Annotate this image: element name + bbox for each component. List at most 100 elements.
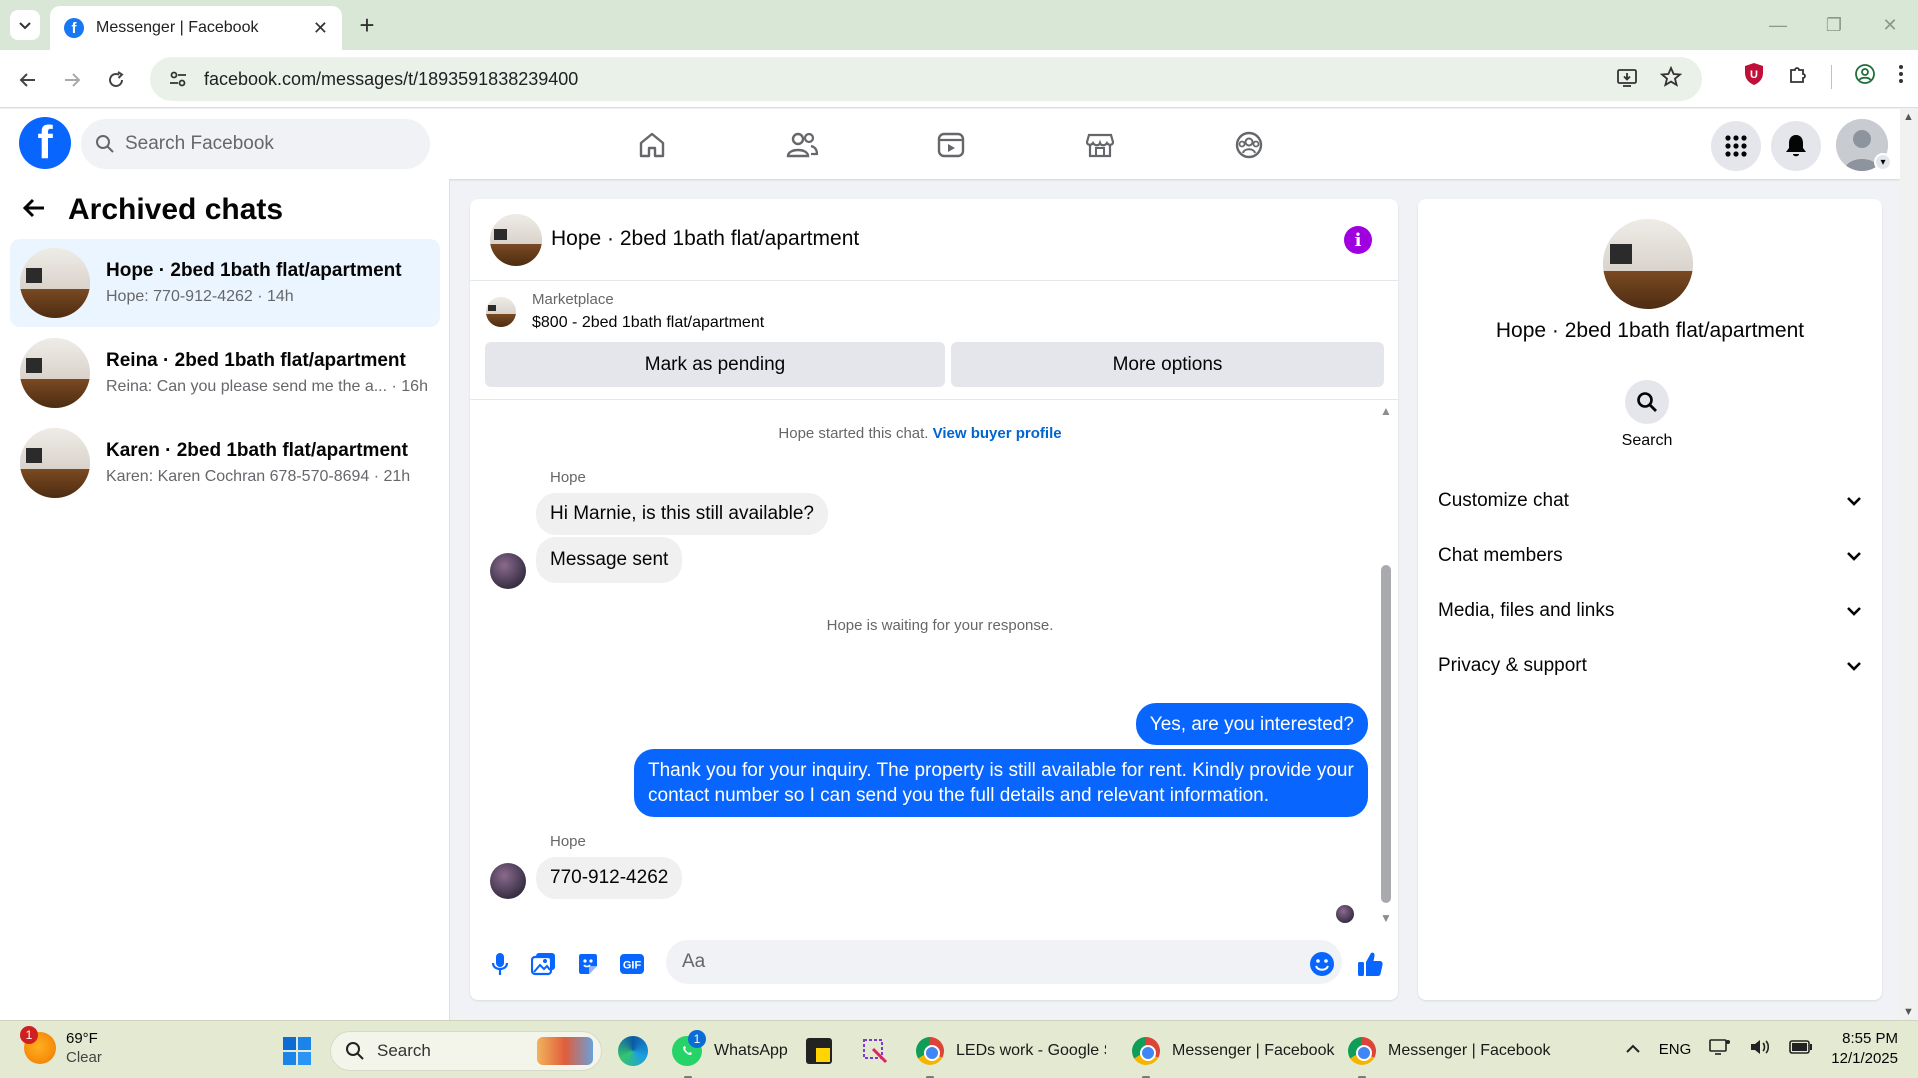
window-close-button[interactable]: ✕ [1862, 10, 1918, 40]
chat-members-row[interactable]: Chat members [1438, 536, 1862, 576]
menu-grid-button[interactable] [1711, 121, 1761, 171]
back-arrow-icon[interactable] [22, 197, 46, 224]
hope-avatar[interactable] [490, 553, 526, 589]
listing-title: $800 - 2bed 1bath flat/apartment [532, 314, 765, 331]
volume-icon[interactable] [1749, 1038, 1771, 1060]
mark-as-pending-button[interactable]: Mark as pending [485, 342, 945, 387]
chat-preview: Hope: 770-912-4262 · 14h [106, 288, 294, 305]
back-button[interactable] [12, 64, 44, 96]
chat-item-reina[interactable]: Reina · 2bed 1bath flat/apartment Reina:… [10, 329, 440, 417]
nav-groups[interactable] [1219, 123, 1279, 167]
sticky-notes-app[interactable] [806, 1031, 832, 1071]
whatsapp-badge: 1 [688, 1030, 706, 1048]
extensions-puzzle-icon[interactable] [1787, 63, 1809, 90]
start-button[interactable] [282, 1031, 312, 1071]
chrome-app-leds[interactable]: LEDs work - Google Sh [916, 1031, 1106, 1078]
marketplace-listing[interactable]: Marketplace $800 - 2bed 1bath flat/apart… [486, 291, 764, 332]
site-settings-icon[interactable] [166, 67, 190, 91]
bookmark-star-icon[interactable] [1659, 65, 1683, 93]
weather-widget[interactable]: 1 69°F Clear [20, 1026, 102, 1067]
row-label: Privacy & support [1438, 655, 1587, 676]
battery-icon[interactable] [1789, 1040, 1813, 1058]
tab-search-dropdown[interactable] [10, 10, 40, 40]
sticker-icon[interactable] [572, 948, 604, 980]
chat-name: Reina · 2bed 1bath flat/apartment [106, 350, 406, 371]
friends-icon [786, 132, 819, 158]
clock-date: 12/1/2025 [1831, 1050, 1898, 1067]
thumbs-up-icon[interactable] [1354, 948, 1386, 980]
message-bubble-incoming[interactable]: Message sent [536, 537, 683, 583]
message-bubble-outgoing[interactable]: Yes, are you interested? [1135, 703, 1368, 745]
divider [470, 399, 1398, 400]
ublock-shield-icon[interactable]: U [1743, 62, 1765, 91]
privacy-support-row[interactable]: Privacy & support [1438, 646, 1862, 686]
chat-item-karen[interactable]: Karen · 2bed 1bath flat/apartment Karen:… [10, 419, 440, 507]
page-scroll-up-icon[interactable]: ▲ [1903, 111, 1914, 123]
back-arrow-icon [19, 73, 35, 87]
notifications-button[interactable] [1771, 121, 1821, 171]
message-bubble-outgoing[interactable]: Thank you for your inquiry. The property… [634, 749, 1368, 817]
whatsapp-app[interactable]: 1 WhatsApp [672, 1030, 788, 1078]
info-search-button[interactable] [1625, 380, 1669, 424]
hope-avatar[interactable] [490, 863, 526, 899]
scroll-up-arrow-icon[interactable]: ▲ [1380, 404, 1392, 418]
facebook-logo-icon[interactable]: f [19, 117, 71, 169]
windows-logo-icon [283, 1037, 311, 1065]
message-input[interactable]: Aa [666, 940, 1342, 984]
browser-menu-icon[interactable] [1898, 63, 1904, 90]
emoji-icon[interactable] [1306, 948, 1338, 980]
network-icon[interactable] [1709, 1038, 1731, 1060]
nav-home[interactable] [622, 123, 682, 167]
system-clock[interactable]: 8:55 PM 12/1/2025 [1831, 1029, 1898, 1069]
edge-app[interactable] [618, 1031, 648, 1071]
waiting-note: Hope is waiting for your response. [826, 617, 1054, 634]
microphone-icon[interactable] [484, 948, 516, 980]
url-text[interactable]: facebook.com/messages/t/1893591838239400 [204, 69, 1616, 90]
message-bubble-incoming[interactable]: 770-912-4262 [536, 857, 683, 899]
weather-temp: 69°F [66, 1030, 98, 1047]
view-buyer-profile-link[interactable]: View buyer profile [933, 425, 1062, 442]
install-app-icon[interactable] [1616, 66, 1638, 93]
chrome-app-messenger-1[interactable]: Messenger | Facebook [1132, 1031, 1334, 1078]
tray-overflow-chevron-icon[interactable] [1625, 1041, 1641, 1058]
page-scroll-down-icon[interactable]: ▼ [1903, 1006, 1914, 1018]
scroll-down-arrow-icon[interactable]: ▼ [1380, 911, 1392, 925]
conversation-avatar[interactable] [490, 214, 542, 266]
language-indicator[interactable]: ENG [1659, 1041, 1692, 1058]
chat-item-hope[interactable]: Hope · 2bed 1bath flat/apartment Hope: 7… [10, 239, 440, 327]
menu-grid-icon [1725, 135, 1747, 157]
conversation-scrollbar[interactable] [1381, 565, 1391, 903]
nav-friends[interactable] [772, 123, 832, 167]
profile-icon[interactable] [1854, 63, 1876, 90]
reload-button[interactable] [100, 64, 132, 96]
customize-chat-row[interactable]: Customize chat [1438, 481, 1862, 521]
video-icon [937, 132, 965, 158]
account-caret-icon[interactable]: ▾ [1874, 153, 1892, 171]
tab-title: Messenger | Facebook [96, 19, 259, 36]
chrome-app-messenger-2[interactable]: Messenger | Facebook [1348, 1031, 1550, 1078]
tab-close-icon[interactable]: ✕ [313, 18, 328, 39]
page-scrollbar[interactable]: ▲ ▼ [1900, 109, 1918, 1020]
conversation-title[interactable]: Hope · 2bed 1bath flat/apartment [551, 227, 859, 251]
new-tab-button[interactable]: + [352, 10, 382, 40]
address-bar[interactable]: facebook.com/messages/t/1893591838239400 [150, 57, 1702, 101]
info-icon[interactable]: i [1344, 226, 1372, 254]
weather-badge: 1 [20, 1026, 38, 1044]
extensions-area: U [1743, 62, 1904, 91]
snipping-tool-app[interactable] [860, 1031, 890, 1071]
forward-button[interactable] [56, 64, 88, 96]
browser-tab-messenger[interactable]: f Messenger | Facebook ✕ [50, 6, 342, 50]
nav-video[interactable] [921, 123, 981, 167]
nav-marketplace[interactable] [1070, 123, 1130, 167]
media-files-links-row[interactable]: Media, files and links [1438, 591, 1862, 631]
taskbar-search[interactable]: Search [330, 1031, 602, 1071]
gif-icon[interactable]: GIF [616, 948, 648, 980]
photo-icon[interactable] [528, 948, 560, 980]
window-minimize-button[interactable]: — [1750, 10, 1806, 40]
window-maximize-button[interactable]: ❐ [1806, 10, 1862, 40]
more-options-button[interactable]: More options [951, 342, 1384, 387]
archived-chats-title: Archived chats [68, 193, 284, 226]
facebook-search-input[interactable]: Search Facebook [81, 119, 430, 169]
forward-arrow-icon [65, 73, 81, 87]
message-bubble-incoming[interactable]: Hi Marnie, is this still available? [536, 493, 828, 535]
